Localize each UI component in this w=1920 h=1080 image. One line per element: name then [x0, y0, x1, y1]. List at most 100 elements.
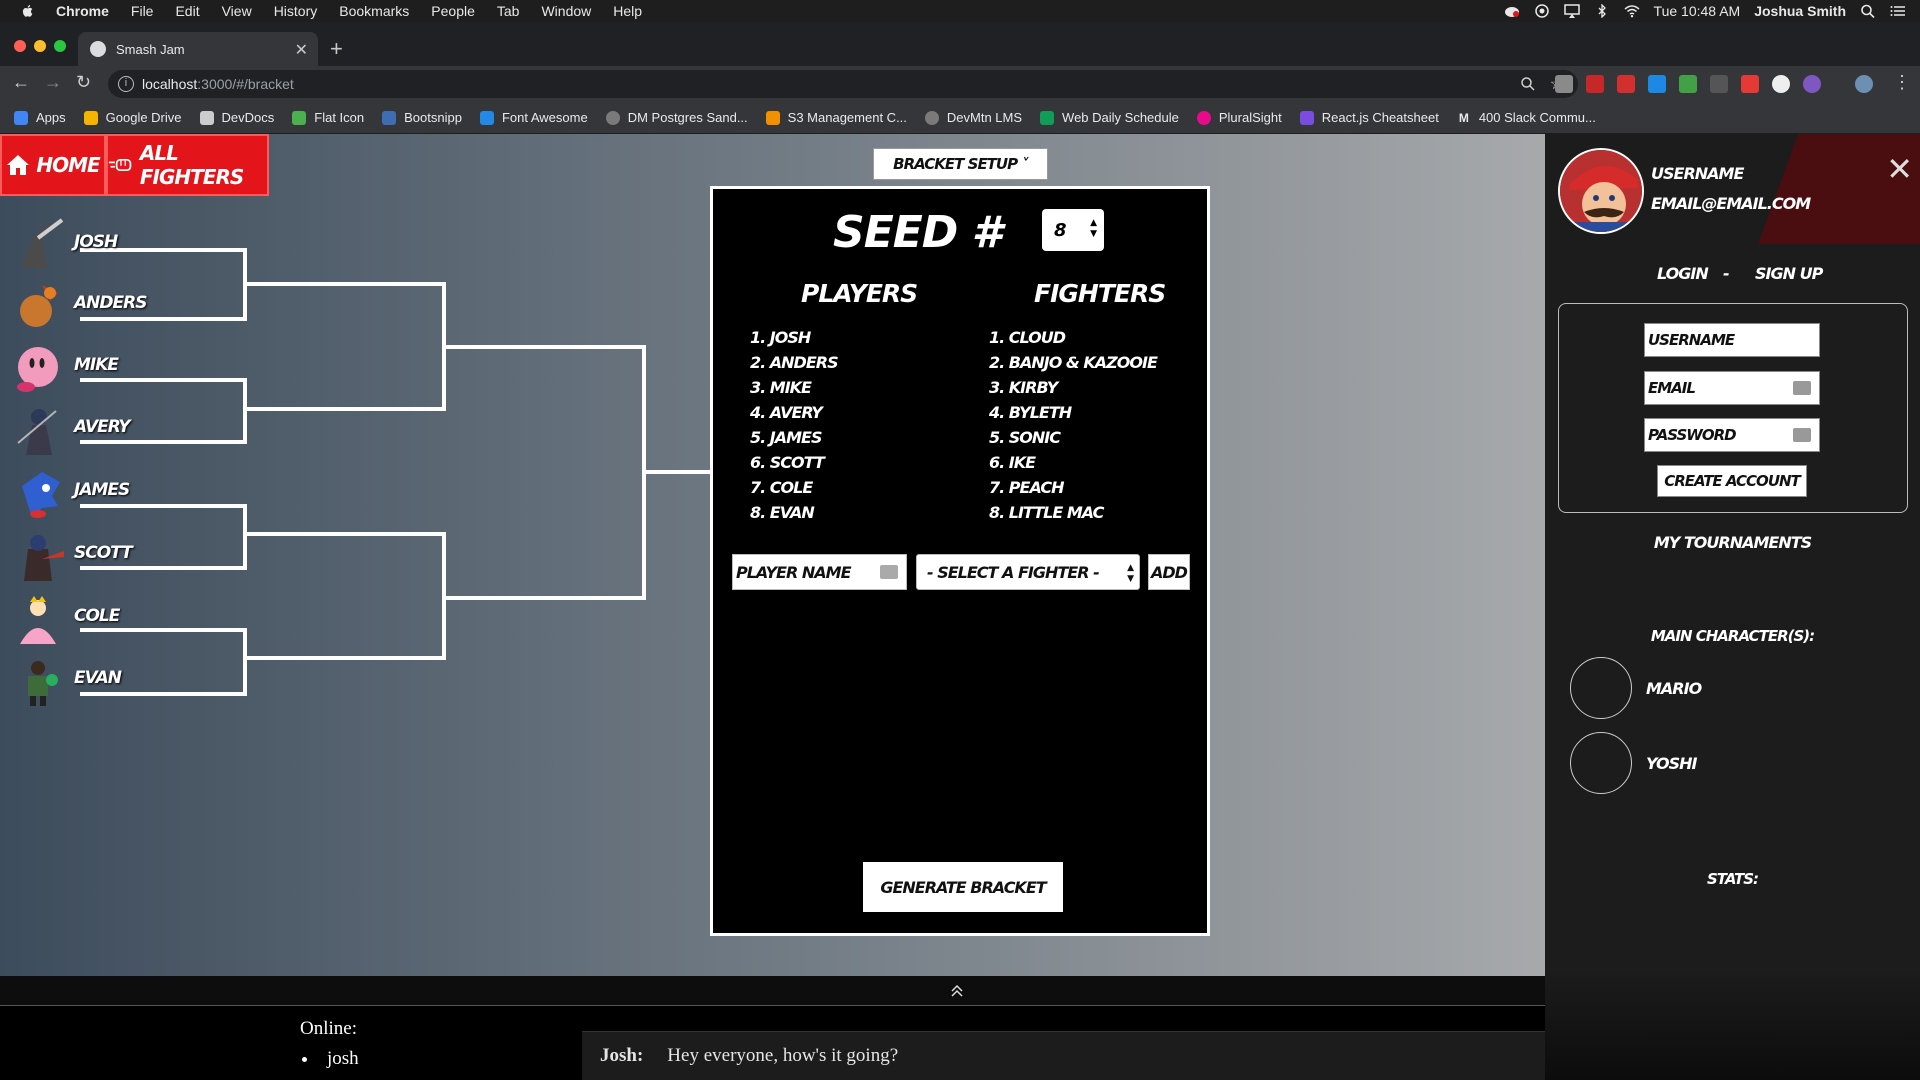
bookmark-react-cheatsheet[interactable]: React.js Cheatsheet — [1299, 110, 1439, 125]
bracket-player-name: AVERY — [74, 417, 131, 437]
home-icon — [7, 155, 30, 175]
menu-file[interactable]: File — [131, 3, 154, 19]
menu-tab[interactable]: Tab — [497, 3, 520, 19]
menu-window[interactable]: Window — [541, 3, 591, 19]
all-fighters-nav-button[interactable]: ALL FIGHTERS — [106, 134, 269, 196]
username-input[interactable]: USERNAME — [1644, 323, 1820, 357]
postgres-icon — [605, 110, 620, 125]
profile-avatar-icon[interactable] — [1855, 75, 1873, 93]
bracket-setup-dropdown[interactable]: BRACKET SETUP ˅ — [873, 148, 1048, 180]
aws-s3-icon — [765, 110, 780, 125]
menu-help[interactable]: Help — [613, 3, 642, 19]
bookmark-bootsnipp[interactable]: Bootsnipp — [382, 110, 462, 125]
menu-clock[interactable]: Tue 10:48 AM — [1654, 3, 1741, 19]
bracket-player-name: JOSH — [74, 232, 118, 252]
notification-center-icon[interactable] — [1890, 4, 1906, 18]
bookmark-devmtn-lms[interactable]: DevMtn LMS — [924, 110, 1022, 125]
window-close-button[interactable] — [14, 40, 26, 52]
sign-up-link[interactable]: SIGN UP — [1755, 264, 1823, 283]
menu-edit[interactable]: Edit — [175, 3, 199, 19]
seed-count-select[interactable]: 8 ▲ ▼ — [1042, 209, 1104, 251]
menu-view[interactable]: View — [222, 3, 252, 19]
chat-toggle-bar[interactable] — [0, 976, 1545, 1006]
airplay-icon[interactable] — [1563, 4, 1580, 18]
forward-arrow-icon[interactable]: → — [44, 72, 62, 93]
window-zoom-button[interactable] — [54, 40, 66, 52]
generate-bracket-button[interactable]: GENERATE BRACKET — [863, 862, 1063, 912]
bookmark-dm-postgres[interactable]: DM Postgres Sand... — [605, 110, 748, 125]
browser-tab-active[interactable]: Smash Jam ✕ — [78, 32, 318, 66]
bracket-player[interactable]: SCOTT — [12, 527, 133, 585]
password-input[interactable]: PASSWORD — [1644, 418, 1820, 452]
window-minimize-button[interactable] — [34, 40, 46, 52]
extension-icon-8[interactable] — [1772, 75, 1790, 93]
autofill-key-icon[interactable] — [880, 565, 898, 579]
zoom-icon[interactable] — [1520, 76, 1536, 92]
creative-cloud-icon[interactable] — [1504, 4, 1520, 18]
add-player-button[interactable]: ADD — [1148, 554, 1190, 590]
wifi-icon[interactable] — [1624, 4, 1640, 18]
main-character-item[interactable]: YOSHI — [1570, 732, 1697, 794]
bookmark-font-awesome[interactable]: Font Awesome — [479, 110, 588, 125]
menu-people[interactable]: People — [431, 3, 475, 19]
extension-icon-3[interactable] — [1617, 75, 1635, 93]
player-name-input[interactable]: PLAYER NAME — [732, 554, 907, 590]
bookmark-slack-commands[interactable]: M 400 Slack Commu... — [1456, 110, 1596, 125]
online-user-name: josh — [327, 1048, 359, 1069]
extension-icon-4[interactable] — [1648, 75, 1666, 93]
bracket-player[interactable]: ANDERS — [12, 277, 147, 335]
bracket-player[interactable]: AVERY — [12, 401, 131, 459]
login-link[interactable]: LOGIN — [1657, 264, 1709, 283]
sync-icon[interactable] — [1534, 4, 1550, 18]
extension-icon-2[interactable] — [1586, 75, 1604, 93]
menu-history[interactable]: History — [274, 3, 318, 19]
bluetooth-icon[interactable] — [1594, 4, 1610, 18]
bracket-player[interactable]: COLE — [12, 590, 120, 648]
reload-icon[interactable]: ↻ — [76, 72, 91, 93]
bookmark-s3-management[interactable]: S3 Management C... — [765, 110, 907, 125]
fighter-select[interactable]: - SELECT A FIGHTER - ▲ ▼ — [916, 554, 1140, 590]
close-icon[interactable]: ✕ — [1886, 150, 1913, 188]
bookmark-devdocs[interactable]: DevDocs — [199, 110, 274, 125]
spotlight-search-icon[interactable] — [1860, 4, 1876, 18]
main-character-item[interactable]: MARIO — [1570, 657, 1702, 719]
extension-icon-5[interactable] — [1679, 75, 1697, 93]
menu-bookmarks[interactable]: Bookmarks — [339, 3, 409, 19]
home-nav-label: HOME — [36, 153, 100, 177]
bookmark-pluralsight[interactable]: PluralSight — [1196, 110, 1282, 125]
extension-icon-9[interactable] — [1803, 75, 1821, 93]
bookmark-label: S3 Management C... — [787, 110, 907, 125]
menu-user[interactable]: Joshua Smith — [1754, 3, 1846, 19]
bracket-player[interactable]: JOSH — [12, 216, 118, 274]
extension-icon-6[interactable] — [1710, 75, 1728, 93]
back-arrow-icon[interactable]: ← — [12, 72, 30, 93]
bookmark-web-daily-schedule[interactable]: Web Daily Schedule — [1040, 110, 1179, 125]
chevron-double-up-icon[interactable] — [950, 984, 964, 998]
bookmark-google-drive[interactable]: Google Drive — [83, 110, 182, 125]
tab-close-icon[interactable]: ✕ — [295, 40, 308, 60]
my-tournaments-link[interactable]: MY TOURNAMENTS — [1545, 533, 1920, 552]
bracket-player[interactable]: MIKE — [12, 339, 119, 397]
autofill-key-icon[interactable] — [1793, 381, 1811, 395]
bracket-player[interactable]: EVAN — [12, 652, 122, 710]
extension-icon-7[interactable] — [1741, 75, 1759, 93]
profile-avatar[interactable] — [1558, 148, 1644, 234]
bracket-player[interactable]: JAMES — [12, 464, 130, 522]
apple-icon[interactable] — [20, 3, 36, 19]
home-nav-button[interactable]: HOME — [0, 134, 106, 196]
autofill-key-icon[interactable] — [1793, 428, 1811, 442]
address-bar[interactable]: i localhost:3000/#/bracket ☆ — [108, 70, 1578, 98]
auth-separator: - — [1723, 264, 1730, 283]
extension-icon-1[interactable] — [1555, 75, 1573, 93]
menu-app-name[interactable]: Chrome — [56, 3, 109, 19]
chrome-menu-icon[interactable]: ⋮ — [1893, 72, 1911, 93]
seeded-fighter-item: 6. IKE — [989, 453, 1036, 472]
create-account-button[interactable]: CREATE ACCOUNT — [1657, 465, 1807, 497]
bookmark-apps[interactable]: Apps — [14, 110, 66, 125]
new-tab-button[interactable]: + — [330, 36, 343, 62]
email-input[interactable]: EMAIL — [1644, 371, 1820, 405]
seeded-fighters-list: 1. CLOUD 2. BANJO & KAZOOIE 3. KIRBY 4. … — [989, 325, 1158, 525]
site-info-icon[interactable]: i — [118, 76, 134, 92]
bookmark-label: DM Postgres Sand... — [627, 110, 748, 125]
bookmark-flat-icon[interactable]: Flat Icon — [292, 110, 364, 125]
